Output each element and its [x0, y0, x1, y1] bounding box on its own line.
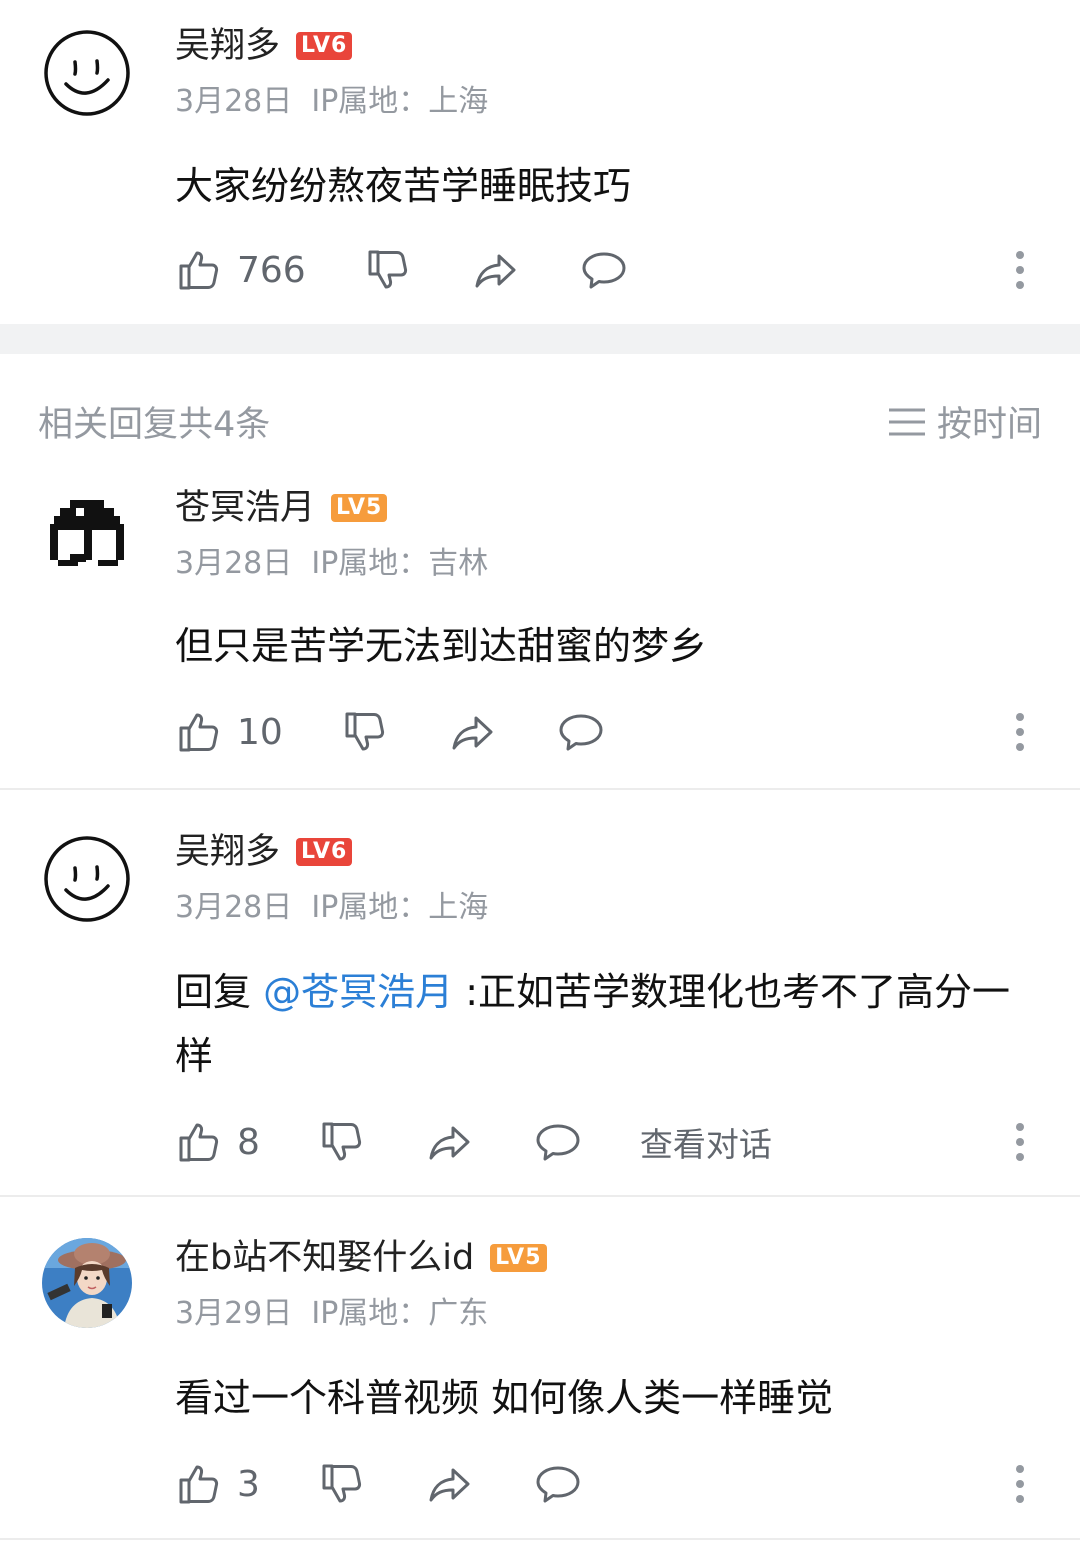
- replies-count-title: 相关回复共4条: [38, 405, 271, 445]
- comment-text: 回复 @苍冥浩月 :正如苦学数理化也考不了高分一样: [175, 960, 1025, 1088]
- comment-bubble-icon[interactable]: [557, 708, 605, 756]
- like-count: 8: [237, 1121, 260, 1163]
- thumbs-down-icon[interactable]: [364, 246, 412, 294]
- comment-meta: 3月28日 IP属地：上海: [175, 888, 488, 928]
- like-count: 3: [237, 1463, 260, 1505]
- comment-bubble-icon[interactable]: [580, 246, 628, 294]
- section-divider: [0, 324, 1080, 354]
- username[interactable]: 在b站不知娶什么id: [175, 1236, 474, 1280]
- share-icon[interactable]: [449, 708, 497, 756]
- action-bar: 3: [175, 1456, 582, 1512]
- reply-divider: [0, 788, 1080, 790]
- comment-bubble-icon[interactable]: [534, 1460, 582, 1508]
- ip-location: IP属地：上海: [311, 890, 489, 925]
- comment-date: 3月28日: [175, 546, 293, 581]
- like-count: 766: [237, 249, 306, 291]
- comment-meta: 3月28日 IP属地：上海: [175, 82, 488, 122]
- username[interactable]: 苍冥浩月: [175, 486, 315, 530]
- thumbs-up-icon[interactable]: [175, 246, 223, 294]
- share-icon[interactable]: [426, 1118, 474, 1166]
- like-count: 10: [237, 711, 283, 753]
- comment-text: 但只是苦学无法到达甜蜜的梦乡: [175, 624, 708, 668]
- more-options-icon[interactable]: [1004, 1456, 1036, 1512]
- sort-lines-icon: [888, 408, 925, 435]
- comment-bubble-icon[interactable]: [534, 1118, 582, 1166]
- comment-date: 3月28日: [175, 84, 293, 119]
- share-icon[interactable]: [426, 1460, 474, 1508]
- reply-divider: [0, 1195, 1080, 1197]
- ip-location: IP属地：吉林: [311, 546, 489, 581]
- smiley-avatar[interactable]: [42, 28, 132, 118]
- thumbs-up-icon[interactable]: [175, 1118, 223, 1166]
- more-options-icon[interactable]: [1004, 1114, 1036, 1170]
- thumbs-up-icon[interactable]: [175, 1460, 223, 1508]
- thumbs-down-icon[interactable]: [341, 708, 389, 756]
- pixel-umbrella-avatar[interactable]: [42, 488, 132, 578]
- username[interactable]: 吴翔多: [175, 24, 280, 68]
- level-badge: LV6: [296, 32, 353, 60]
- reply-divider: [0, 1538, 1080, 1540]
- sort-label: 按时间: [936, 405, 1042, 445]
- view-conversation-link[interactable]: 查看对话: [640, 1118, 772, 1166]
- sort-button[interactable]: 按时间: [887, 396, 1042, 447]
- more-options-icon[interactable]: [1004, 704, 1036, 760]
- replies-header: 相关回复共4条 按时间: [0, 390, 1080, 446]
- username[interactable]: 吴翔多: [175, 830, 280, 874]
- thumbs-down-icon[interactable]: [318, 1118, 366, 1166]
- reply-prefix: 回复: [175, 970, 264, 1014]
- level-badge: LV5: [490, 1244, 547, 1272]
- ip-location: IP属地：广东: [311, 1296, 489, 1331]
- comment-text: 看过一个科普视频 如何像人类一样睡觉: [175, 1376, 834, 1420]
- action-bar: 8 查看对话: [175, 1114, 772, 1170]
- thumbs-up-icon[interactable]: [175, 708, 223, 756]
- mention-link[interactable]: @苍冥浩月: [263, 970, 453, 1014]
- share-icon[interactable]: [472, 246, 520, 294]
- comment-date: 3月29日: [175, 1296, 293, 1331]
- action-bar: 766: [175, 242, 628, 298]
- girl-cowboy-hat-avatar[interactable]: [42, 1238, 132, 1328]
- comment-meta: 3月28日 IP属地：吉林: [175, 544, 488, 584]
- ip-location: IP属地：上海: [311, 84, 489, 119]
- level-badge: LV6: [296, 838, 353, 866]
- level-badge: LV5: [331, 494, 388, 522]
- comment-meta: 3月29日 IP属地：广东: [175, 1294, 488, 1334]
- smiley-avatar[interactable]: [42, 834, 132, 924]
- action-bar: 10: [175, 704, 605, 760]
- more-options-icon[interactable]: [1004, 242, 1036, 298]
- comment-date: 3月28日: [175, 890, 293, 925]
- thumbs-down-icon[interactable]: [318, 1460, 366, 1508]
- comment-text: 大家纷纷熬夜苦学睡眠技巧: [175, 164, 632, 208]
